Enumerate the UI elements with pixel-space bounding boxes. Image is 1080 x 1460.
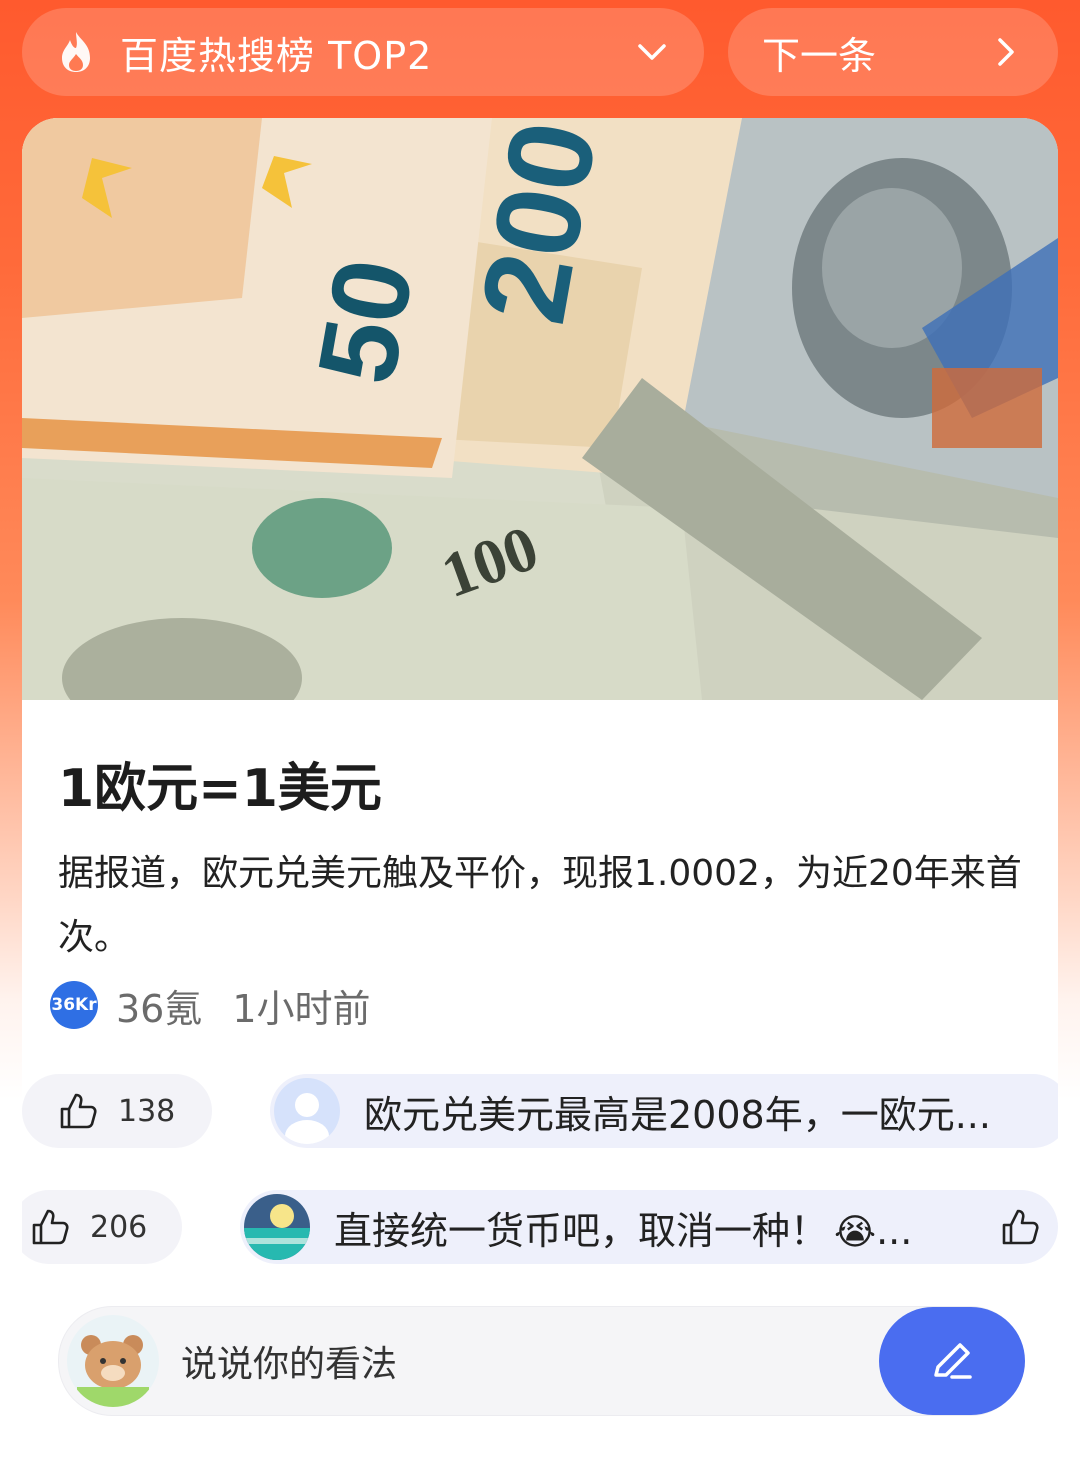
like-count: 138 xyxy=(118,1093,176,1129)
publish-time: 1小时前 xyxy=(232,986,371,1031)
comment-like-button[interactable]: 138 xyxy=(22,1074,212,1148)
avatar xyxy=(244,1194,310,1260)
article-title[interactable]: 1欧元=1美元 xyxy=(58,746,382,821)
comment-placeholder: 说说你的看法 xyxy=(181,1344,398,1385)
source-name: 36氪 xyxy=(116,986,203,1031)
edit-pencil-icon xyxy=(934,1343,972,1379)
crying-emoji: 😭 xyxy=(834,1211,877,1253)
user-avatar xyxy=(67,1315,159,1407)
comment-text: 直接统一货币吧，取消一种！ 😭... xyxy=(334,1208,913,1253)
next-label: 下一条 xyxy=(762,33,877,78)
thumbs-up-icon xyxy=(60,1093,97,1129)
comment-like-button[interactable]: 206 xyxy=(22,1190,182,1264)
thumbs-up-icon xyxy=(32,1209,69,1245)
chevron-right-icon xyxy=(998,38,1014,66)
thumbs-up-icon[interactable] xyxy=(1000,1207,1040,1247)
svg-text:50: 50 xyxy=(295,250,437,392)
top-bar: 百度热搜榜 TOP2 下一条 xyxy=(0,0,1080,110)
article-source[interactable]: 36Kr 36氪 1小时前 xyxy=(50,980,371,1031)
hotlist-label: 百度热搜榜 TOP2 xyxy=(120,33,433,78)
comment-bubble[interactable]: 直接统一货币吧，取消一种！ 😭... xyxy=(240,1190,1058,1264)
currency-banknotes-image[interactable]: 200 50 100 xyxy=(22,118,1058,700)
like-count: 206 xyxy=(90,1209,148,1245)
comment-ellipsis: ... xyxy=(876,1208,913,1253)
news-card: 200 50 100 1欧元=1美元 据报道，欧元兑美元触及平价，现报1.000… xyxy=(22,118,1058,1460)
source-logo: 36Kr xyxy=(50,981,98,1029)
chevron-down-icon xyxy=(638,44,666,60)
comment-bubble[interactable]: 欧元兑美元最高是2008年，一欧元... xyxy=(270,1074,1058,1148)
comment-text: 欧元兑美元最高是2008年，一欧元... xyxy=(364,1092,991,1137)
article-summary: 据报道，欧元兑美元触及平价，现报1.0002，为近20年来首次。 xyxy=(58,853,1022,958)
avatar xyxy=(274,1078,340,1144)
hot-search-selector[interactable]: 百度热搜榜 TOP2 xyxy=(22,8,704,96)
next-item-button[interactable]: 下一条 xyxy=(728,8,1058,96)
flame-icon xyxy=(62,32,90,72)
write-comment-button[interactable] xyxy=(879,1307,1025,1415)
comment-input[interactable]: 说说你的看法 xyxy=(58,1306,1025,1416)
